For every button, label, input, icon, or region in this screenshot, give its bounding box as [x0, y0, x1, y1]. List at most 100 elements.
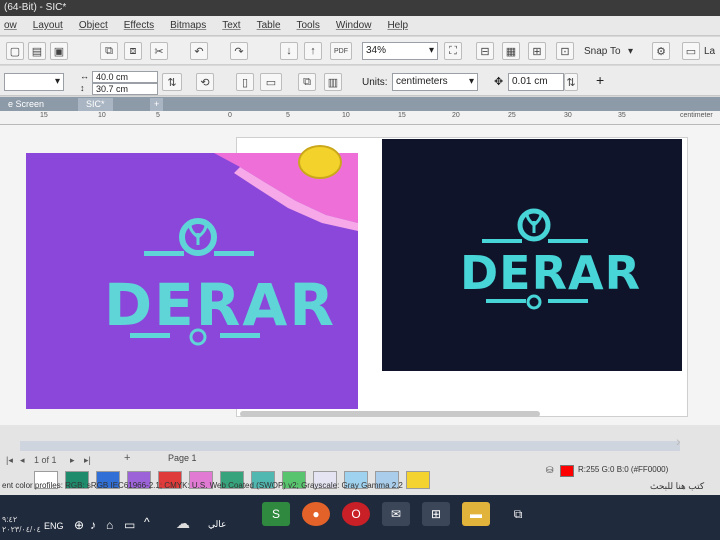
fill-color-swatch[interactable]: [560, 465, 574, 477]
search-hint-text: كتب هنا للبحث: [650, 481, 705, 491]
drawing-canvas[interactable]: DERAR DERAR: [0, 125, 720, 425]
tab-sic[interactable]: SIC*: [78, 98, 113, 111]
horizontal-scrollbar[interactable]: [240, 411, 540, 417]
yellow-circle-shape[interactable]: [298, 145, 342, 179]
ruler-tick: 10: [342, 112, 350, 119]
save-icon[interactable]: ▣: [50, 42, 68, 60]
chevron-up-icon[interactable]: ^: [144, 515, 150, 529]
menu-window[interactable]: Window: [336, 20, 372, 31]
landscape-icon[interactable]: ▭: [260, 73, 282, 91]
page-width-field[interactable]: 40.0 cm: [92, 71, 158, 83]
open-icon[interactable]: ▤: [28, 42, 46, 60]
file-explorer-taskbar-icon[interactable]: ▬: [462, 502, 490, 526]
battery-icon[interactable]: ▭: [124, 518, 135, 532]
launch-label[interactable]: La: [704, 46, 715, 57]
task-view-icon[interactable]: ⧉: [504, 502, 532, 526]
clock[interactable]: ٩:٤٢ ٢٠٢٣/٠٤/٠٤: [2, 515, 41, 535]
cut-icon[interactable]: ✂: [150, 42, 168, 60]
ruler-tick: 30: [564, 112, 572, 119]
current-page-icon[interactable]: ▥: [324, 73, 342, 91]
redo-icon[interactable]: ↷: [230, 42, 248, 60]
ruler-tick: 15: [40, 112, 48, 119]
rulers-icon[interactable]: ⊟: [476, 42, 494, 60]
globe-icon[interactable]: ⊕: [74, 518, 84, 532]
menu-layout[interactable]: Layout: [33, 20, 63, 31]
guidelines-icon[interactable]: ⊞: [528, 42, 546, 60]
weather-text: عالي: [208, 519, 227, 529]
page-height-field[interactable]: 30.7 cm: [92, 83, 158, 95]
units-value: centimeters: [396, 76, 448, 87]
launch-icon[interactable]: ▭: [682, 42, 700, 60]
paste-icon[interactable]: ⧈: [124, 42, 142, 60]
color-profiles-status: ent color profiles: RGB: sRGB IEC61966-2…: [2, 481, 403, 490]
weather-icon[interactable]: ☁: [176, 515, 190, 532]
add-page-icon[interactable]: +: [124, 452, 130, 464]
zoom-level-select[interactable]: 34% ▾: [362, 42, 438, 60]
artwork-dark[interactable]: DERAR: [382, 139, 682, 371]
opera-taskbar-icon[interactable]: O: [342, 502, 370, 526]
color-swatch[interactable]: [406, 471, 430, 489]
spin-arrows-icon[interactable]: ⇅: [162, 73, 182, 91]
pdf-label: PDF: [334, 47, 348, 55]
new-document-icon[interactable]: ▢: [6, 42, 24, 60]
tab-welcome-screen[interactable]: e Screen: [0, 98, 52, 111]
nudge-icon: ✥: [494, 76, 504, 88]
menu-help[interactable]: Help: [387, 20, 408, 31]
import-icon[interactable]: ↓: [280, 42, 298, 60]
store-taskbar-icon[interactable]: ⊞: [422, 502, 450, 526]
page-height-value: 30.7 cm: [96, 84, 129, 94]
page-size-select[interactable]: ▾: [4, 73, 64, 91]
first-page-icon[interactable]: |◂: [6, 455, 13, 466]
export-icon[interactable]: ↑: [304, 42, 322, 60]
snap-to-label[interactable]: Snap To: [584, 46, 621, 57]
menu-tools[interactable]: Tools: [297, 20, 320, 31]
horizontal-ruler[interactable]: 15 10 5 0 5 10 15 20 25 30 35 centimeter: [0, 111, 720, 125]
ruler-tick: 20: [452, 112, 460, 119]
firefox-taskbar-icon[interactable]: ●: [302, 502, 330, 526]
clock-date: ٢٠٢٣/٠٤/٠٤: [2, 525, 41, 534]
full-screen-icon[interactable]: ⛶: [444, 42, 462, 60]
last-page-icon[interactable]: ▸|: [84, 455, 91, 466]
units-label: Units:: [362, 77, 388, 88]
menu-window-partial[interactable]: ow: [4, 20, 17, 31]
coreldraw-taskbar-icon[interactable]: S: [262, 502, 290, 526]
next-page-icon[interactable]: ▸: [70, 455, 75, 466]
nudge-distance-field[interactable]: 0.01 cm: [508, 73, 564, 91]
gear-icon[interactable]: ⚙: [652, 42, 670, 60]
language-indicator[interactable]: ENG: [44, 521, 64, 531]
network-icon[interactable]: ⌂: [106, 518, 113, 532]
units-select[interactable]: centimeters ▾: [392, 73, 478, 91]
title-bar: (64-Bit) - SIC*: [0, 0, 720, 16]
property-bar: ▾ ↔ 40.0 cm ↕ 30.7 cm ⇅ ⟲ ▯ ▭ ⧉ ▥ Units:…: [0, 66, 720, 96]
transform-icon[interactable]: ⟲: [196, 73, 214, 91]
dark-logo-text: DERAR: [460, 246, 641, 300]
menu-table[interactable]: Table: [257, 20, 281, 31]
ruler-tick: 10: [98, 112, 106, 119]
volume-icon[interactable]: ♪: [90, 518, 96, 532]
snap-dropdown-icon[interactable]: ▾: [628, 46, 633, 57]
artwork-purple[interactable]: DERAR: [26, 153, 358, 409]
menu-object[interactable]: Object: [79, 20, 108, 31]
export-pdf-button[interactable]: PDF: [330, 42, 352, 60]
grid-icon[interactable]: ▦: [502, 42, 520, 60]
copy-icon[interactable]: ⧉: [100, 42, 118, 60]
menu-bitmaps[interactable]: Bitmaps: [170, 20, 206, 31]
add-tab-icon[interactable]: +: [150, 98, 164, 111]
page-tab[interactable]: Page 1: [168, 453, 197, 463]
ruler-unit: centimeter: [680, 112, 713, 119]
chevron-down-icon: ▾: [468, 76, 474, 87]
menu-text[interactable]: Text: [222, 20, 240, 31]
mail-taskbar-icon[interactable]: ✉: [382, 502, 410, 526]
all-pages-icon[interactable]: ⧉: [298, 73, 316, 91]
scroll-right-icon[interactable]: ›: [676, 433, 681, 449]
add-page-icon[interactable]: +: [596, 72, 604, 88]
undo-icon[interactable]: ↶: [190, 42, 208, 60]
window-title: (64-Bit) - SIC*: [4, 2, 67, 13]
menu-effects[interactable]: Effects: [124, 20, 154, 31]
nudge-spin-icon[interactable]: ⇅: [564, 73, 578, 91]
snap-icon[interactable]: ⊡: [556, 42, 574, 60]
clock-time: ٩:٤٢: [2, 515, 18, 524]
height-icon: ↕: [80, 83, 85, 93]
previous-page-icon[interactable]: ◂: [20, 455, 25, 466]
portrait-icon[interactable]: ▯: [236, 73, 254, 91]
